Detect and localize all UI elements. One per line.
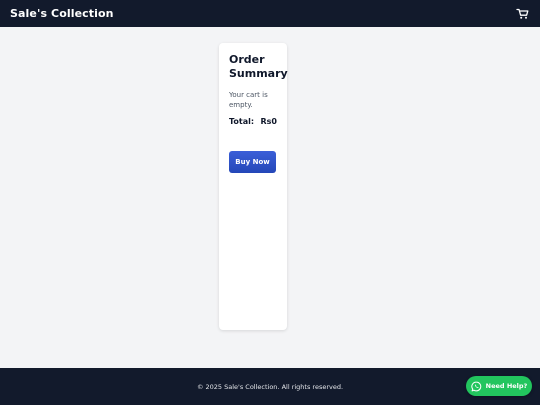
cart-icon (515, 8, 528, 19)
copyright-text: © 2025 Sale's Collection. All rights res… (196, 382, 344, 391)
total-value: Rs0 (260, 117, 278, 126)
top-navbar: Sale's Collection (0, 0, 540, 27)
total-label: Total: (229, 117, 255, 126)
total-row: Total: Rs0 (229, 117, 277, 126)
order-summary-title: Order Summary (229, 53, 288, 80)
order-summary-card: Order Summary Your cart is empty. Total:… (219, 43, 288, 330)
empty-cart-message: Your cart is empty. (229, 91, 268, 109)
whatsapp-icon (471, 381, 482, 392)
buy-now-button[interactable]: Buy Now (229, 151, 276, 173)
need-help-button[interactable]: Need Help? (466, 376, 532, 396)
page: Sale's Collection Order Summary Your car… (0, 0, 540, 405)
cart-button[interactable] (514, 6, 530, 22)
need-help-label: Need Help? (485, 382, 528, 390)
footer: © 2025 Sale's Collection. All rights res… (0, 368, 540, 405)
brand-title[interactable]: Sale's Collection (10, 7, 114, 20)
